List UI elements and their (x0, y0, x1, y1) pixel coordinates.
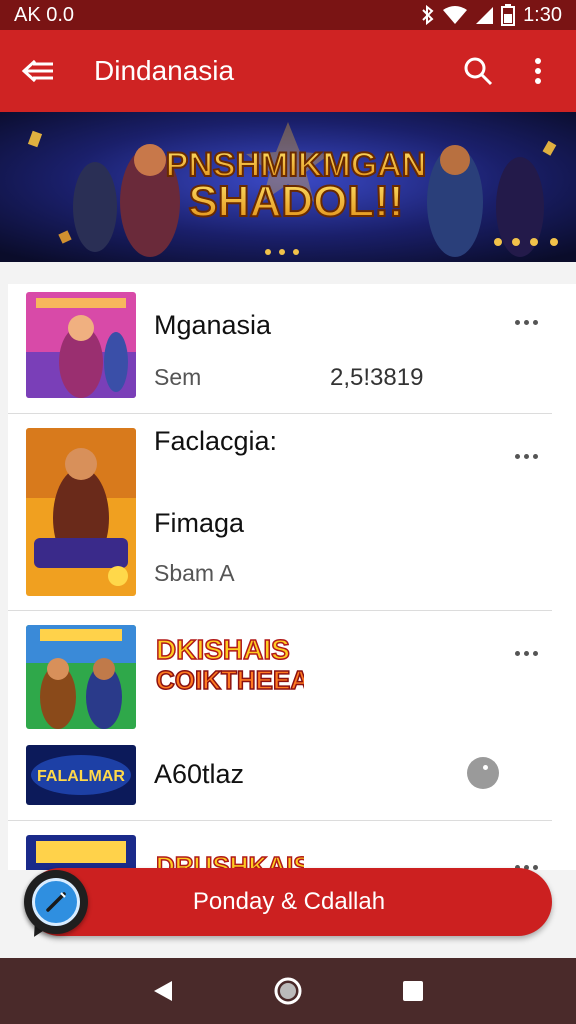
signal-icon (475, 5, 494, 25)
banner-dot (279, 249, 285, 255)
game-logo-line1: DKISHAIS (156, 634, 290, 665)
banner-dot (550, 238, 558, 246)
item-title: A60tlaz (154, 759, 245, 789)
banner-dot (494, 238, 502, 246)
status-bar: AK 0.0 1:30 (0, 0, 576, 30)
list-item[interactable]: DKISHAIS COIKTHEEAD FALALMAR A60tlaz (8, 611, 552, 821)
item-list: Mganasia Sem 2,5!3819 Faclacgia: Fimaga … (8, 284, 576, 870)
thumb-logo-text: FALALMAR (37, 768, 125, 785)
back-arrow-icon (21, 59, 53, 83)
status-time: 1:30 (523, 3, 562, 26)
banner-title-line2: SHADOL!! (188, 177, 403, 226)
item-more-button[interactable] (508, 312, 544, 332)
search-icon (464, 57, 493, 86)
banner-art: PNSHMIKMGAN SHADOL!! (0, 112, 576, 262)
system-nav-bar (0, 958, 576, 1024)
compose-fab[interactable] (24, 870, 88, 934)
item-count: 2,5!3819 (330, 364, 424, 391)
battery-icon (501, 4, 516, 26)
banner-dot (512, 238, 520, 246)
nav-back-button[interactable] (138, 966, 188, 1016)
loading-indicator (467, 757, 499, 789)
home-circle-icon (274, 977, 302, 1005)
item-thumbnail-secondary: FALALMAR (26, 745, 136, 805)
banner-dot (530, 238, 538, 246)
list-item[interactable]: Faclacgia: Fimaga Sbam A (8, 414, 552, 611)
bottom-action-button[interactable]: Ponday & Cdallah (26, 868, 552, 936)
game-logo: DKISHAIS COIKTHEEAD (154, 627, 328, 697)
nav-home-button[interactable] (263, 966, 313, 1016)
page-title: Dindanasia (94, 55, 235, 86)
status-icons: 1:30 (421, 4, 562, 27)
item-title-secondary: Fimaga (154, 508, 245, 538)
status-left-text: AK 0.0 (14, 3, 75, 26)
more-vert-icon (535, 58, 541, 84)
recents-square-icon (403, 981, 424, 1001)
game-logo: DRUSHKAIS (154, 845, 311, 870)
item-title: Faclacgia: (154, 426, 278, 456)
item-subtitle: Sbam A (154, 560, 235, 586)
back-triangle-icon (153, 981, 172, 1001)
app-bar: Dindanasia (0, 30, 576, 112)
overflow-menu-button[interactable] (518, 51, 558, 91)
item-thumbnail (26, 625, 136, 729)
banner-dot (265, 249, 271, 255)
pencil-icon (46, 892, 66, 912)
wifi-icon (443, 5, 468, 25)
item-thumbnail (26, 428, 136, 596)
back-button[interactable] (18, 51, 58, 91)
item-thumbnail (26, 835, 136, 870)
search-button[interactable] (458, 51, 498, 91)
nav-recents-button[interactable] (388, 966, 438, 1016)
promo-banner[interactable]: PNSHMIKMGAN SHADOL!! (0, 112, 576, 262)
game-logo-line2: COIKTHEEAD (156, 665, 304, 695)
item-subtitle: Sem (154, 364, 202, 390)
item-more-button[interactable] (508, 643, 544, 663)
bluetooth-icon (421, 5, 435, 25)
banner-dot (293, 249, 299, 255)
item-more-button[interactable] (508, 446, 544, 466)
item-title: Mganasia (154, 310, 272, 340)
list-item[interactable]: Mganasia Sem 2,5!3819 (8, 284, 552, 414)
item-thumbnail (26, 292, 136, 398)
list-item[interactable]: DRUSHKAIS (8, 821, 552, 870)
bottom-action-label: Ponday & Cdallah (192, 888, 386, 915)
